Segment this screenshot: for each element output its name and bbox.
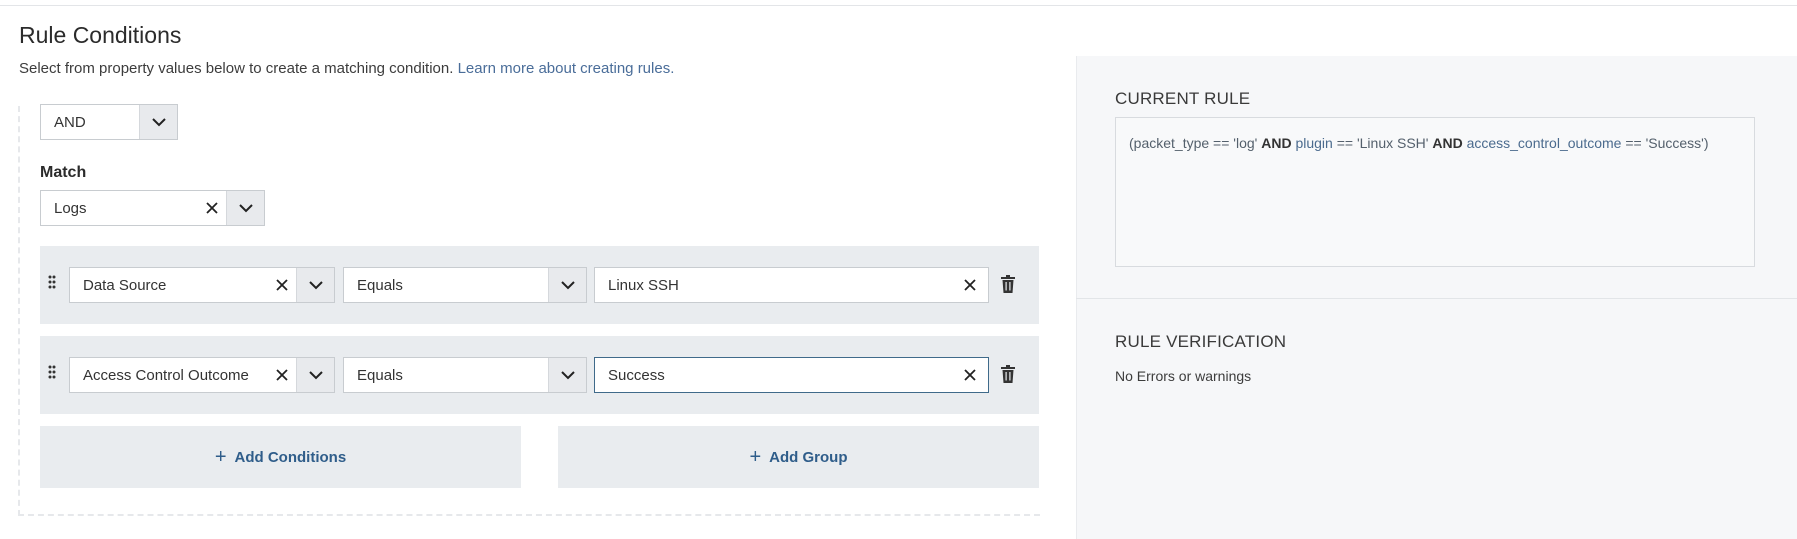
rule-operator: AND bbox=[1432, 135, 1463, 151]
chevron-down-icon[interactable] bbox=[296, 358, 334, 392]
logic-operator-value: AND bbox=[54, 113, 86, 131]
rule-operator: AND bbox=[1261, 135, 1292, 151]
condition-field-select[interactable]: Access Control Outcome bbox=[69, 357, 335, 393]
page-title: Rule Conditions bbox=[19, 22, 182, 48]
condition-field-value: Access Control Outcome bbox=[83, 366, 249, 384]
add-conditions-label: Add Conditions bbox=[234, 448, 347, 466]
plus-icon: + bbox=[749, 446, 762, 468]
condition-row: Access Control Outcome Equals Success bbox=[40, 336, 1039, 414]
add-group-label: Add Group bbox=[769, 448, 848, 466]
clear-icon[interactable] bbox=[268, 268, 296, 302]
subtitle-text: Select from property values below to cre… bbox=[19, 60, 454, 77]
panel-divider bbox=[1076, 298, 1797, 299]
add-conditions-button[interactable]: + Add Conditions bbox=[40, 426, 521, 488]
rule-part: (packet_type == 'log' bbox=[1129, 135, 1262, 151]
chevron-down-icon[interactable] bbox=[548, 358, 586, 392]
rule-part: == 'Linux SSH' bbox=[1332, 135, 1433, 151]
clear-icon[interactable] bbox=[952, 268, 988, 302]
current-rule-expression: (packet_type == 'log' AND plugin == 'Lin… bbox=[1115, 117, 1755, 267]
condition-field-value: Data Source bbox=[83, 276, 167, 294]
clear-icon[interactable] bbox=[198, 191, 226, 225]
condition-value-input[interactable]: Success bbox=[594, 357, 989, 393]
match-value: Logs bbox=[54, 199, 87, 217]
logic-operator-select[interactable]: AND bbox=[40, 104, 178, 140]
chevron-down-icon[interactable] bbox=[139, 105, 177, 139]
top-divider bbox=[0, 5, 1797, 6]
chevron-down-icon[interactable] bbox=[548, 268, 586, 302]
condition-operator-select[interactable]: Equals bbox=[343, 267, 587, 303]
current-rule-heading: CURRENT RULE bbox=[1115, 89, 1251, 108]
condition-operator-value: Equals bbox=[357, 276, 403, 294]
plus-icon: + bbox=[214, 446, 227, 468]
condition-value-text: Success bbox=[608, 366, 665, 384]
rule-verification-heading: RULE VERIFICATION bbox=[1115, 332, 1287, 351]
chevron-down-icon[interactable] bbox=[296, 268, 334, 302]
trash-icon[interactable] bbox=[1001, 365, 1015, 383]
rule-part: == 'Success') bbox=[1621, 135, 1709, 151]
clear-icon[interactable] bbox=[268, 358, 296, 392]
add-group-button[interactable]: + Add Group bbox=[558, 426, 1039, 488]
page-subtitle: Select from property values below to cre… bbox=[19, 60, 674, 77]
drag-handle-icon[interactable] bbox=[48, 275, 56, 289]
condition-operator-select[interactable]: Equals bbox=[343, 357, 587, 393]
condition-value-text: Linux SSH bbox=[608, 276, 679, 294]
drag-handle-icon[interactable] bbox=[48, 365, 56, 379]
condition-operator-value: Equals bbox=[357, 366, 403, 384]
chevron-down-icon[interactable] bbox=[226, 191, 264, 225]
rule-property: plugin bbox=[1291, 135, 1333, 151]
condition-value-input[interactable]: Linux SSH bbox=[594, 267, 989, 303]
clear-icon[interactable] bbox=[952, 358, 988, 392]
condition-field-select[interactable]: Data Source bbox=[69, 267, 335, 303]
verification-message: No Errors or warnings bbox=[1115, 368, 1252, 384]
condition-row: Data Source Equals Linux SSH bbox=[40, 246, 1039, 324]
rule-property: access_control_outcome bbox=[1462, 135, 1622, 151]
trash-icon[interactable] bbox=[1001, 275, 1015, 293]
learn-more-link[interactable]: Learn more about creating rules. bbox=[458, 60, 675, 77]
match-label: Match bbox=[40, 164, 87, 181]
match-select[interactable]: Logs bbox=[40, 190, 265, 226]
